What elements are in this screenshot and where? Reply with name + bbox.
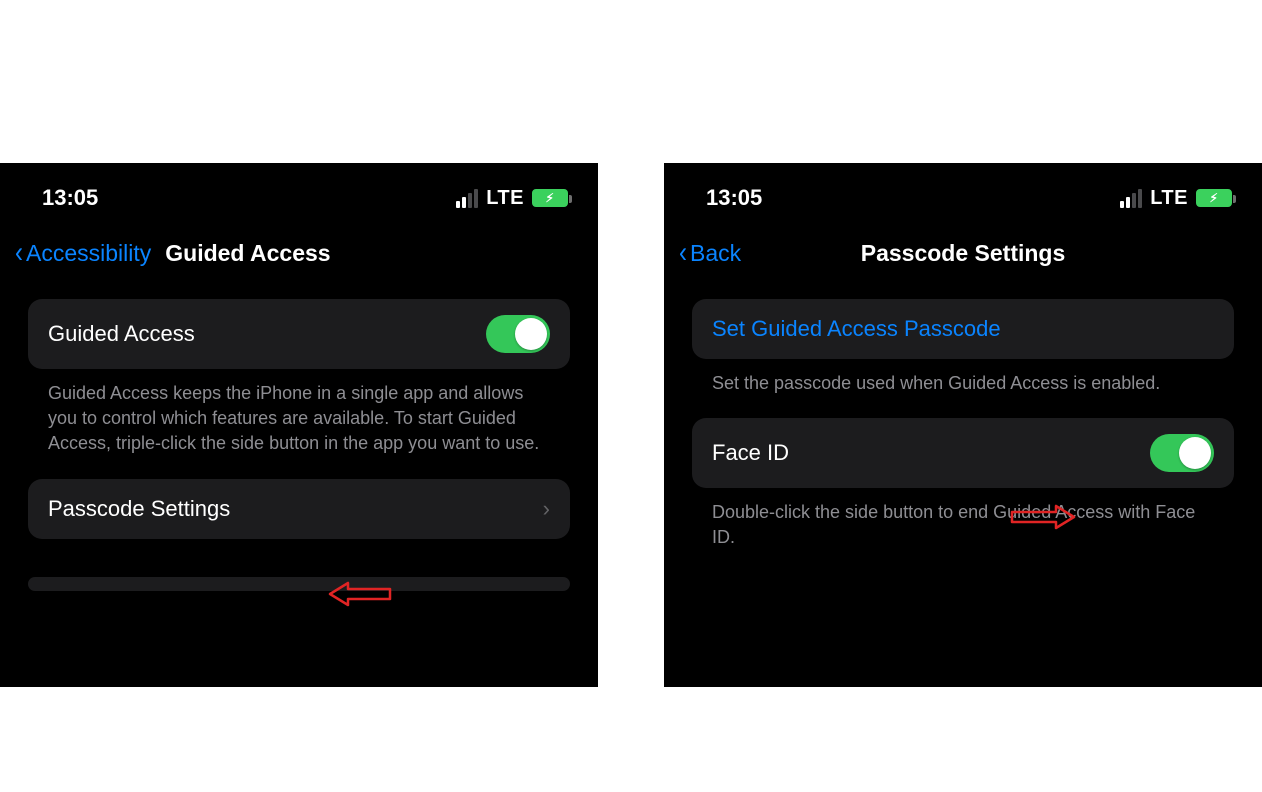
face-id-footer: Double-click the side button to end Guid… [692, 488, 1234, 572]
back-label: Accessibility [26, 240, 151, 267]
set-passcode-footer: Set the passcode used when Guided Access… [692, 359, 1234, 418]
page-title: Guided Access [165, 240, 330, 267]
back-button[interactable]: ‹ Accessibility [14, 238, 151, 268]
next-group-stub [28, 577, 570, 591]
back-button[interactable]: ‹ Back [678, 238, 741, 268]
row-label: Face ID [712, 440, 789, 466]
guided-access-footer: Guided Access keeps the iPhone in a sing… [28, 369, 570, 479]
row-passcode-settings[interactable]: Passcode Settings › [28, 479, 570, 539]
row-guided-access-toggle[interactable]: Guided Access [28, 299, 570, 369]
cellular-signal-icon [456, 189, 478, 208]
screenshot-guided-access: 13:05 LTE ⚡︎ ‹ Accessibility Guided Acce… [0, 163, 598, 687]
status-time: 13:05 [42, 185, 98, 211]
row-label: Guided Access [48, 321, 195, 347]
cellular-signal-icon [1120, 189, 1142, 208]
chevron-right-icon: › [543, 496, 550, 522]
chevron-left-icon: ‹ [679, 238, 687, 268]
back-label: Back [690, 240, 741, 267]
status-indicators: LTE ⚡︎ [1120, 187, 1232, 210]
toggle-switch[interactable] [1150, 434, 1214, 472]
network-type: LTE [486, 187, 524, 210]
chevron-left-icon: ‹ [15, 238, 23, 268]
battery-charging-icon: ⚡︎ [1196, 189, 1232, 207]
row-face-id-toggle[interactable]: Face ID [692, 418, 1234, 488]
nav-bar: ‹ Back Passcode Settings [664, 229, 1262, 277]
row-label: Set Guided Access Passcode [712, 316, 1001, 342]
row-label: Passcode Settings [48, 496, 230, 522]
screenshot-passcode-settings: 13:05 LTE ⚡︎ ‹ Back Passcode Settings Se… [664, 163, 1262, 687]
status-bar: 13:05 LTE ⚡︎ [664, 163, 1262, 229]
status-bar: 13:05 LTE ⚡︎ [0, 163, 598, 229]
page-title: Passcode Settings [664, 240, 1262, 267]
status-indicators: LTE ⚡︎ [456, 187, 568, 210]
nav-bar: ‹ Accessibility Guided Access [0, 229, 598, 277]
status-time: 13:05 [706, 185, 762, 211]
toggle-switch[interactable] [486, 315, 550, 353]
network-type: LTE [1150, 187, 1188, 210]
battery-charging-icon: ⚡︎ [532, 189, 568, 207]
row-set-passcode[interactable]: Set Guided Access Passcode [692, 299, 1234, 359]
